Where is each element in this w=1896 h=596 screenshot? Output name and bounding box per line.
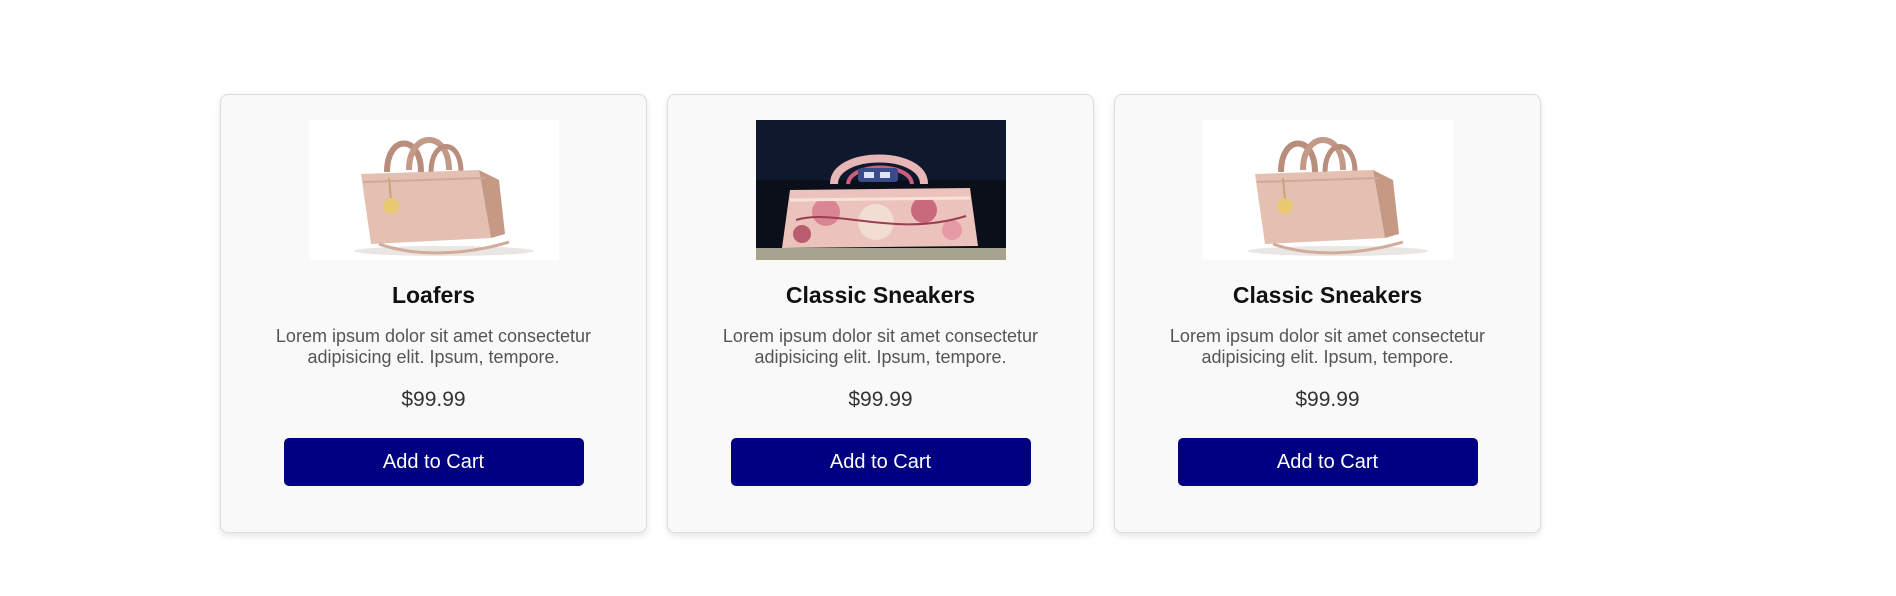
beige-handbag-image[interactable] <box>1202 120 1453 260</box>
product-description: Lorem ipsum dolor sit amet consectetur a… <box>1169 326 1486 367</box>
product-card: Classic Sneakers Lorem ipsum dolor sit a… <box>1114 94 1541 533</box>
beige-handbag-image[interactable] <box>308 120 559 260</box>
product-title: Classic Sneakers <box>1232 282 1423 308</box>
product-grid: Loafers Lorem ipsum dolor sit amet conse… <box>220 94 1541 533</box>
add-to-cart-button[interactable]: Add to Cart <box>283 438 584 486</box>
floral-handbag-image[interactable] <box>755 120 1006 260</box>
product-price: $99.99 <box>848 388 913 411</box>
product-title: Loafers <box>391 282 476 308</box>
add-to-cart-button[interactable]: Add to Cart <box>1177 438 1478 486</box>
product-description: Lorem ipsum dolor sit amet consectetur a… <box>722 326 1039 367</box>
product-price: $99.99 <box>401 388 466 411</box>
product-price: $99.99 <box>1295 388 1360 411</box>
product-title: Classic Sneakers <box>785 282 976 308</box>
product-card: Loafers Lorem ipsum dolor sit amet conse… <box>220 94 647 533</box>
product-page: Loafers Lorem ipsum dolor sit amet conse… <box>0 0 1896 596</box>
add-to-cart-button[interactable]: Add to Cart <box>730 438 1031 486</box>
product-description: Lorem ipsum dolor sit amet consectetur a… <box>275 326 592 367</box>
product-card: Classic Sneakers Lorem ipsum dolor sit a… <box>667 94 1094 533</box>
